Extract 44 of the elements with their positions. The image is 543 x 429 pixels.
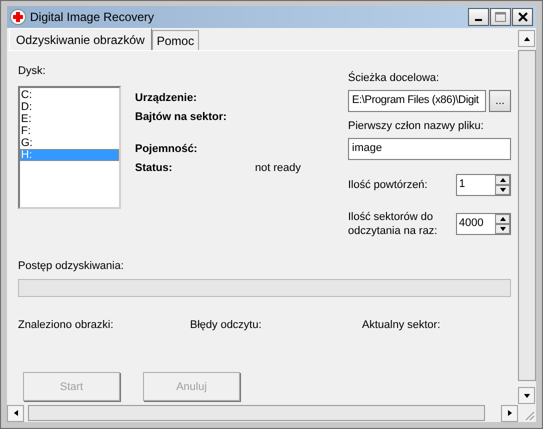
stat-label: Aktualny sektor: xyxy=(362,319,440,331)
vertical-scrollbar[interactable] xyxy=(518,30,536,404)
horizontal-scrollbar[interactable] xyxy=(7,404,536,422)
field-label: Ilość sektorów do odczytania na raz: xyxy=(348,210,438,238)
stat-label: Błędy odczytu: xyxy=(190,319,263,331)
info-value: not ready xyxy=(255,162,301,174)
info-label: Urządzenie: xyxy=(135,92,198,104)
field-label: Ścieżka docelowa: xyxy=(348,72,440,84)
progress-label: Postęp odzyskiwania: xyxy=(18,260,125,272)
up-arrow-icon[interactable] xyxy=(522,34,530,42)
up-arrow-icon[interactable] xyxy=(498,176,506,184)
window-title: Digital Image Recovery xyxy=(30,10,156,24)
path-field[interactable]: E:\Program Files (x86)\Digit xyxy=(348,90,486,112)
info-label: Bajtów na sektor: xyxy=(135,111,228,123)
stat-label: Znaleziono obrazki: xyxy=(18,319,114,331)
info-label: Pojemność: xyxy=(135,143,198,155)
down-arrow-icon[interactable] xyxy=(498,186,506,194)
up-arrow-icon[interactable] xyxy=(498,215,506,223)
list-item[interactable]: F: xyxy=(20,125,119,137)
left-arrow-icon[interactable] xyxy=(12,409,20,417)
browse-button[interactable]: ... xyxy=(489,90,511,112)
close-button[interactable] xyxy=(512,8,533,26)
spin-field[interactable]: 1 xyxy=(456,174,511,196)
disk-list[interactable]: C: D: E: F: G: H: xyxy=(18,86,121,209)
disk-label: Dysk: xyxy=(18,65,46,77)
tab[interactable]: Pomoc xyxy=(152,30,200,50)
down-arrow-icon[interactable] xyxy=(522,392,530,400)
right-arrow-icon[interactable] xyxy=(506,409,514,417)
first-aid-icon xyxy=(10,9,26,25)
list-item[interactable]: G: xyxy=(20,137,119,149)
list-item[interactable]: C: xyxy=(20,89,119,101)
minimize-button[interactable] xyxy=(468,8,489,26)
field-label: Pierwszy człon nazwy pliku: xyxy=(348,120,485,132)
maximize-icon[interactable] xyxy=(495,12,506,22)
tab[interactable]: Odzyskiwanie obrazków xyxy=(9,28,152,50)
spin-field[interactable]: 4000 xyxy=(456,213,511,235)
input-field[interactable]: image xyxy=(348,138,511,160)
list-item[interactable]: E: xyxy=(20,113,119,125)
field-label: Ilość powtórzeń: xyxy=(348,178,428,192)
maximize-button[interactable] xyxy=(490,8,511,26)
info-label: Status: xyxy=(135,162,174,174)
down-arrow-icon[interactable] xyxy=(498,225,506,233)
list-item[interactable]: D: xyxy=(20,101,119,113)
close-icon[interactable] xyxy=(518,12,528,22)
